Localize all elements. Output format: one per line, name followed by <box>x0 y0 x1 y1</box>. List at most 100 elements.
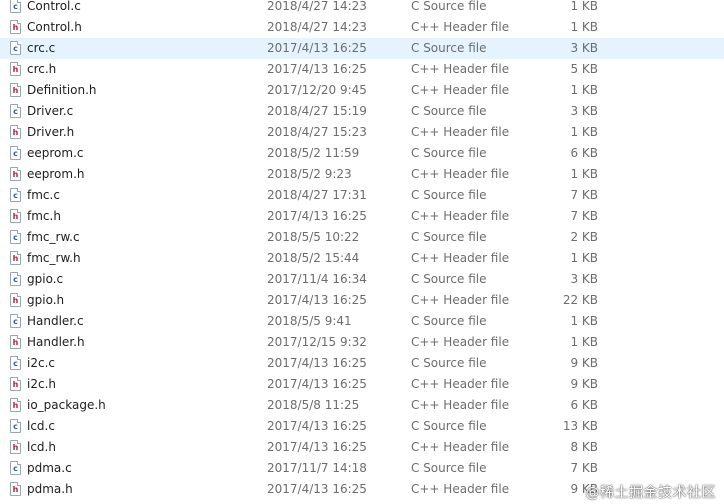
file-row[interactable]: h Definition.h 2017/12/20 9:45 C++ Header f… <box>0 80 724 101</box>
file-date-modified: 2017/12/15 9:32 <box>267 335 367 349</box>
file-name[interactable]: fmc_rw.c <box>27 227 247 248</box>
file-size: 3 KB <box>570 104 598 118</box>
file-size: 22 KB <box>562 293 598 307</box>
file-name[interactable]: eeprom.c <box>27 143 247 164</box>
file-name[interactable]: Definition.h <box>27 80 247 101</box>
c-source-file-icon: c <box>10 272 21 286</box>
file-date-modified: 2017/4/13 16:25 <box>267 356 367 370</box>
file-size: 1 KB <box>570 0 598 13</box>
file-name[interactable]: crc.h <box>27 59 247 80</box>
file-name[interactable]: lcd.h <box>27 437 247 458</box>
file-date-modified: 2017/4/13 16:25 <box>267 419 367 433</box>
file-name[interactable]: Handler.h <box>27 332 247 353</box>
file-size: 2 KB <box>570 230 598 244</box>
file-row[interactable]: c lcd.c 2017/4/13 16:25 C Source file 13 KB <box>0 416 724 437</box>
file-date-modified: 2018/5/5 9:41 <box>267 314 352 328</box>
file-type: C Source file <box>411 230 487 244</box>
file-icon-glyph: c <box>13 275 18 284</box>
file-row[interactable]: h crc.h 2017/4/13 16:25 C++ Header file 5 KB <box>0 59 724 80</box>
file-row[interactable]: c i2c.c 2017/4/13 16:25 C Source file 9 KB <box>0 353 724 374</box>
file-size: 7 KB <box>570 461 598 475</box>
header-file-icon: h <box>10 377 21 391</box>
file-row[interactable]: c crc.c 2017/4/13 16:25 C Source file 3 KB <box>0 38 724 59</box>
file-name[interactable]: i2c.c <box>27 353 247 374</box>
file-date-modified: 2018/4/27 14:23 <box>267 0 367 13</box>
file-size: 6 KB <box>570 146 598 160</box>
file-date-modified: 2017/4/13 16:25 <box>267 377 367 391</box>
file-row[interactable]: h io_package.h 2018/5/8 11:25 C++ Header fi… <box>0 395 724 416</box>
file-size: 1 KB <box>570 125 598 139</box>
file-size: 8 KB <box>570 440 598 454</box>
header-file-icon: h <box>10 167 21 181</box>
c-source-file-icon: c <box>10 188 21 202</box>
file-icon-glyph: c <box>13 2 18 11</box>
file-name[interactable]: fmc_rw.h <box>27 248 247 269</box>
file-icon-glyph: h <box>12 170 19 179</box>
file-date-modified: 2017/11/4 16:34 <box>267 272 367 286</box>
file-name[interactable]: gpio.c <box>27 269 247 290</box>
file-name[interactable]: Driver.c <box>27 101 247 122</box>
file-name[interactable]: lcd.c <box>27 416 247 437</box>
file-row[interactable]: c pdma.c 2017/11/7 14:18 C Source file 7 KB <box>0 458 724 479</box>
header-file-icon: h <box>10 251 21 265</box>
file-size: 5 KB <box>570 62 598 76</box>
file-size: 7 KB <box>570 209 598 223</box>
file-icon-glyph: c <box>13 191 18 200</box>
file-icon-glyph: h <box>12 86 19 95</box>
file-row[interactable]: h gpio.h 2017/4/13 16:25 C++ Header file 22 … <box>0 290 724 311</box>
c-source-file-icon: c <box>10 230 21 244</box>
file-type: C++ Header file <box>411 482 510 496</box>
file-row[interactable]: h lcd.h 2017/4/13 16:25 C++ Header file 8 KB <box>0 437 724 458</box>
file-type: C++ Header file <box>411 398 510 412</box>
file-icon-glyph: h <box>12 401 19 410</box>
file-name[interactable]: gpio.h <box>27 290 247 311</box>
file-icon-glyph: h <box>12 212 19 221</box>
file-icon-glyph: c <box>13 107 18 116</box>
header-file-icon: h <box>10 125 21 139</box>
file-name[interactable]: fmc.c <box>27 185 247 206</box>
header-file-icon: h <box>10 209 21 223</box>
file-type: C Source file <box>411 272 487 286</box>
file-icon-glyph: h <box>12 254 19 263</box>
header-file-icon: h <box>10 335 21 349</box>
file-name[interactable]: Control.c <box>27 0 247 17</box>
file-row[interactable]: h eeprom.h 2018/5/2 9:23 C++ Header file 1 K… <box>0 164 724 185</box>
file-icon-glyph: h <box>12 128 19 137</box>
file-row[interactable]: c eeprom.c 2018/5/2 11:59 C Source file 6 KB <box>0 143 724 164</box>
file-name[interactable]: Handler.c <box>27 311 247 332</box>
file-type: C++ Header file <box>411 62 510 76</box>
file-type: C++ Header file <box>411 167 510 181</box>
file-row[interactable]: c Handler.c 2018/5/5 9:41 C Source file 1 KB <box>0 311 724 332</box>
file-icon-glyph: h <box>12 23 19 32</box>
file-row[interactable]: h Driver.h 2018/4/27 15:23 C++ Header file 1… <box>0 122 724 143</box>
file-date-modified: 2018/5/5 10:22 <box>267 230 360 244</box>
file-name[interactable]: fmc.h <box>27 206 247 227</box>
file-size: 9 KB <box>570 377 598 391</box>
header-file-icon: h <box>10 20 21 34</box>
file-name[interactable]: Control.h <box>27 17 247 38</box>
file-name[interactable]: eeprom.h <box>27 164 247 185</box>
file-row[interactable]: h fmc.h 2017/4/13 16:25 C++ Header file 7 KB <box>0 206 724 227</box>
file-row[interactable]: c fmc.c 2018/4/27 17:31 C Source file 7 KB <box>0 185 724 206</box>
file-row[interactable]: h fmc_rw.h 2018/5/2 15:44 C++ Header file 1 … <box>0 248 724 269</box>
file-list: c Control.c 2018/4/27 14:23 C Source file 1 … <box>0 0 724 500</box>
file-row[interactable]: h Control.h 2018/4/27 14:23 C++ Header file… <box>0 17 724 38</box>
file-size: 1 KB <box>570 20 598 34</box>
file-date-modified: 2017/4/13 16:25 <box>267 62 367 76</box>
file-name[interactable]: pdma.h <box>27 479 247 500</box>
file-row[interactable]: c Control.c 2018/4/27 14:23 C Source file 1 … <box>0 0 724 17</box>
file-name[interactable]: i2c.h <box>27 374 247 395</box>
file-name[interactable]: Driver.h <box>27 122 247 143</box>
file-row[interactable]: c fmc_rw.c 2018/5/5 10:22 C Source file 2 KB <box>0 227 724 248</box>
c-source-file-icon: c <box>10 356 21 370</box>
file-row[interactable]: h Handler.h 2017/12/15 9:32 C++ Header file… <box>0 332 724 353</box>
file-row[interactable]: c gpio.c 2017/11/4 16:34 C Source file 3 KB <box>0 269 724 290</box>
file-size: 1 KB <box>570 251 598 265</box>
file-name[interactable]: io_package.h <box>27 395 247 416</box>
file-row[interactable]: h i2c.h 2017/4/13 16:25 C++ Header file 9 KB <box>0 374 724 395</box>
file-name[interactable]: crc.c <box>27 38 247 59</box>
file-row[interactable]: c Driver.c 2018/4/27 15:19 C Source file 3 K… <box>0 101 724 122</box>
file-name[interactable]: pdma.c <box>27 458 247 479</box>
file-type: C Source file <box>411 461 487 475</box>
file-type: C Source file <box>411 356 487 370</box>
